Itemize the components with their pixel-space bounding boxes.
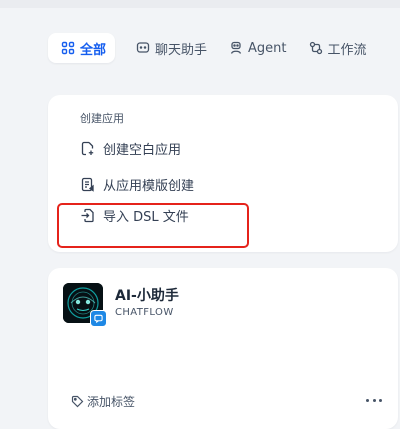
template-icon [80,177,95,192]
dot [379,398,382,402]
create-blank-app-label: 创建空白应用 [103,143,182,158]
tab-chat-assistant[interactable]: 聊天助手 [123,33,216,63]
agent-icon [229,41,243,55]
tab-all-label: 全部 [80,42,107,58]
tab-workflow-label: 工作流 [327,42,367,58]
create-from-template-button[interactable]: 从应用模版创建 [80,175,194,194]
add-tag-label: 添加标签 [87,395,136,409]
chatflow-badge-icon [90,310,107,327]
grid-icon [61,41,75,55]
app-type-tabs: 全部 聊天助手 Agent 工作流 [48,33,376,63]
workflow-icon [309,41,323,55]
tab-chat-assistant-label: 聊天助手 [155,42,208,58]
more-options-icon[interactable] [366,395,382,405]
tag-icon [71,395,84,408]
create-blank-app-button[interactable]: 创建空白应用 [80,139,181,158]
top-edge [0,0,400,8]
app-name: AI-小助手 [115,288,179,304]
chat-icon [136,41,150,55]
create-app-title: 创建应用 [80,112,124,125]
dot [372,398,376,402]
app-type: CHATFLOW [115,307,174,318]
file-plus-icon [80,141,95,156]
tab-workflow[interactable]: 工作流 [296,33,376,63]
create-app-card: 创建应用 创建空白应用 从应用模版创建 导入 DSL 文件 [48,95,398,252]
tab-all[interactable]: 全部 [48,33,116,63]
add-tag-button[interactable]: 添加标签 [71,393,135,410]
create-from-template-label: 从应用模版创建 [103,179,195,194]
tab-agent[interactable]: Agent [216,33,295,63]
highlight-box [57,203,249,248]
tab-agent-label: Agent [248,40,287,56]
dot [366,398,369,402]
app-card[interactable]: AI-小助手 CHATFLOW 添加标签 [48,268,398,429]
